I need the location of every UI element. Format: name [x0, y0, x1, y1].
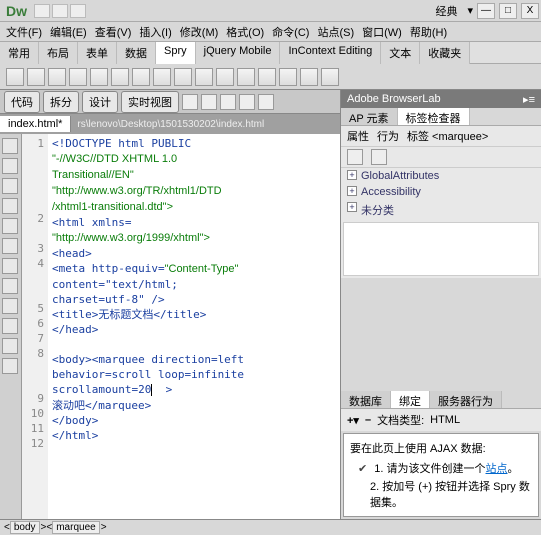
spry-tool-icon[interactable]: [6, 68, 24, 86]
spry-tool-icon[interactable]: [27, 68, 45, 86]
spry-tool-icon[interactable]: [174, 68, 192, 86]
code-editor[interactable]: <!DOCTYPE html PUBLIC "-//W3C//DTD XHTML…: [48, 134, 340, 519]
menu-item[interactable]: 查看(V): [95, 24, 132, 40]
vtool-icon[interactable]: [2, 338, 18, 354]
status-bar: <body><marquee>: [0, 519, 541, 535]
app-logo: Dw: [0, 3, 30, 19]
tab-bindings[interactable]: 绑定: [391, 391, 430, 408]
vtool-icon[interactable]: [2, 218, 18, 234]
workspace-switcher[interactable]: 经典: [429, 3, 463, 19]
spry-tool-icon[interactable]: [69, 68, 87, 86]
live-view-button[interactable]: 实时视图: [121, 91, 179, 113]
insert-tab[interactable]: InContext Editing: [280, 42, 381, 64]
vtool-icon[interactable]: [2, 298, 18, 314]
prop-tab-attributes[interactable]: 属性: [347, 128, 369, 144]
spry-tool-icon[interactable]: [48, 68, 66, 86]
spry-tool-icon[interactable]: [300, 68, 318, 86]
tab-databases[interactable]: 数据库: [341, 391, 391, 408]
tab-ap-elements[interactable]: AP 元素: [341, 108, 398, 125]
document-path: rs\lenovo\Desktop\1501530202\index.html: [71, 117, 340, 132]
vtool-icon[interactable]: [2, 178, 18, 194]
tab-tag-inspector[interactable]: 标签检查器: [398, 108, 470, 125]
extend-icon[interactable]: [52, 4, 68, 18]
site-icon[interactable]: [70, 4, 86, 18]
insert-tab[interactable]: jQuery Mobile: [196, 42, 281, 64]
tree-accessibility[interactable]: +Accessibility: [341, 184, 541, 200]
add-binding-button[interactable]: +▾: [347, 414, 359, 427]
insert-icon-row: [0, 64, 541, 90]
toolbar-icon[interactable]: [258, 94, 274, 110]
split-view-button[interactable]: 拆分: [43, 91, 79, 113]
menu-item[interactable]: 文件(F): [6, 24, 42, 40]
spry-tool-icon[interactable]: [90, 68, 108, 86]
panel-menu-icon[interactable]: ▸≡: [523, 93, 535, 106]
vtool-icon[interactable]: [2, 258, 18, 274]
code-vertical-toolbar: [0, 134, 22, 519]
code-view-button[interactable]: 代码: [4, 91, 40, 113]
toolbar-icon[interactable]: [239, 94, 255, 110]
spry-tool-icon[interactable]: [153, 68, 171, 86]
doc-type-label: 文档类型:: [377, 412, 424, 428]
prop-tab-behaviors[interactable]: 行为: [377, 128, 399, 144]
spry-tool-icon[interactable]: [216, 68, 234, 86]
line-gutter: 1 2 34 5678 9101112: [22, 134, 48, 519]
tree-uncategorized[interactable]: +未分类: [341, 200, 541, 220]
spry-tool-icon[interactable]: [111, 68, 129, 86]
remove-binding-button[interactable]: –: [365, 414, 371, 426]
insert-tab[interactable]: 常用: [0, 42, 39, 64]
insert-bar: 常用布局表单数据SpryjQuery MobileInContext Editi…: [0, 42, 541, 64]
vtool-icon[interactable]: [2, 238, 18, 254]
layout-icon[interactable]: [34, 4, 50, 18]
menu-item[interactable]: 窗口(W): [362, 24, 402, 40]
spry-tool-icon[interactable]: [132, 68, 150, 86]
menu-item[interactable]: 站点(S): [317, 24, 354, 40]
vtool-icon[interactable]: [2, 358, 18, 374]
vtool-icon[interactable]: [2, 318, 18, 334]
menu-item[interactable]: 编辑(E): [50, 24, 87, 40]
spry-tool-icon[interactable]: [195, 68, 213, 86]
design-view-button[interactable]: 设计: [82, 91, 118, 113]
document-tab-active[interactable]: index.html*: [0, 116, 71, 132]
vtool-icon[interactable]: [2, 158, 18, 174]
vtool-icon[interactable]: [2, 198, 18, 214]
toolbar-icon[interactable]: [201, 94, 217, 110]
toolbar-icon[interactable]: [220, 94, 236, 110]
document-toolbar: 代码 拆分 设计 实时视图: [0, 90, 340, 114]
spry-tool-icon[interactable]: [321, 68, 339, 86]
maximize-button[interactable]: □: [499, 3, 517, 19]
close-button[interactable]: X: [521, 3, 539, 19]
tree-global-attributes[interactable]: +GlobalAttributes: [341, 168, 541, 184]
vtool-icon[interactable]: [2, 138, 18, 154]
title-bar: Dw 经典 ▾ — □ X: [0, 0, 541, 22]
doc-type-value: HTML: [430, 414, 460, 426]
workspace-chevron-icon[interactable]: ▾: [467, 4, 473, 17]
insert-tab[interactable]: Spry: [156, 42, 196, 64]
ajax-instructions: 要在此页上使用 AJAX 数据: 1. 请为该文件创建一个站点。 2. 按加号 …: [343, 433, 539, 517]
create-site-link[interactable]: 站点: [486, 463, 508, 475]
vtool-icon[interactable]: [2, 278, 18, 294]
insert-tab[interactable]: 表单: [78, 42, 117, 64]
spry-tool-icon[interactable]: [258, 68, 276, 86]
menu-item[interactable]: 命令(C): [272, 24, 309, 40]
menu-item[interactable]: 插入(I): [139, 24, 171, 40]
menu-item[interactable]: 格式(O): [226, 24, 264, 40]
category-view-icon[interactable]: [347, 149, 363, 165]
insert-tab[interactable]: 收藏夹: [420, 42, 470, 64]
toolbar-icon[interactable]: [182, 94, 198, 110]
spry-tool-icon[interactable]: [237, 68, 255, 86]
menu-item[interactable]: 帮助(H): [410, 24, 447, 40]
list-view-icon[interactable]: [371, 149, 387, 165]
panel-browserlab-header[interactable]: Adobe BrowserLab▸≡: [341, 90, 541, 108]
minimize-button[interactable]: —: [477, 3, 495, 19]
spry-tool-icon[interactable]: [279, 68, 297, 86]
menu-item[interactable]: 修改(M): [180, 24, 219, 40]
tag-selector[interactable]: <body><marquee>: [4, 522, 107, 533]
insert-tab[interactable]: 数据: [117, 42, 156, 64]
document-tabs: index.html* rs\lenovo\Desktop\1501530202…: [0, 114, 340, 134]
prop-tab-tag: 标签 <marquee>: [407, 128, 488, 144]
insert-tab[interactable]: 文本: [381, 42, 420, 64]
insert-tab[interactable]: 布局: [39, 42, 78, 64]
tab-server-behaviors[interactable]: 服务器行为: [430, 391, 502, 408]
menu-bar: 文件(F) 编辑(E) 查看(V) 插入(I) 修改(M) 格式(O) 命令(C) 站点(S)…: [0, 22, 541, 42]
